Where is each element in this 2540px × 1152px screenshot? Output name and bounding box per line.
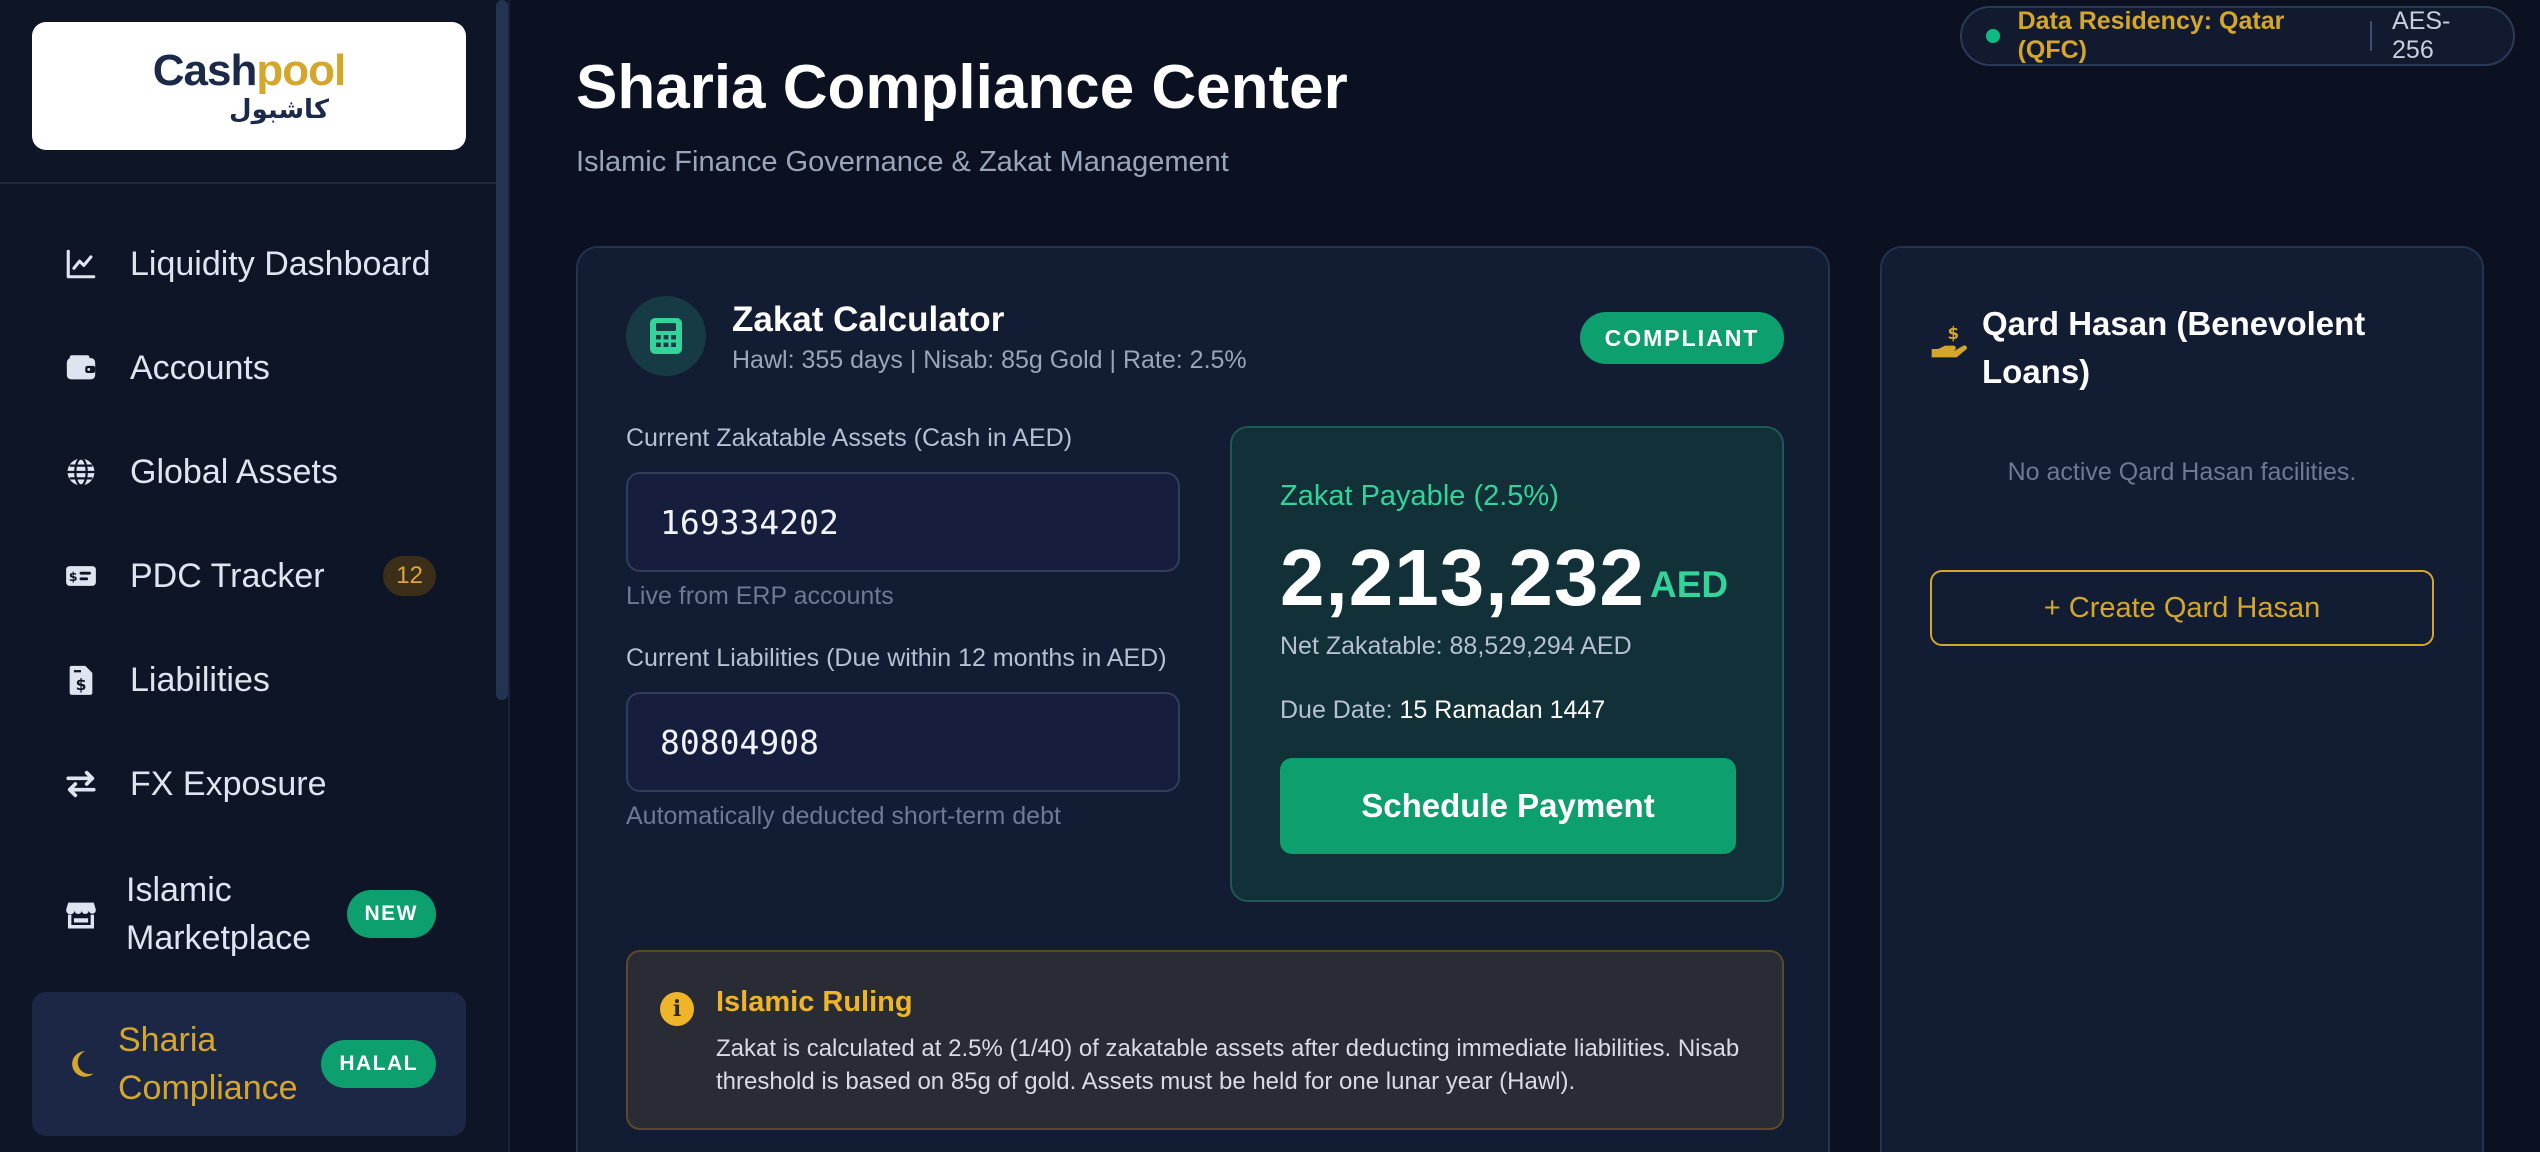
page-subtitle: Islamic Finance Governance & Zakat Manag… xyxy=(576,146,1229,178)
create-qard-hasan-button[interactable]: + Create Qard Hasan xyxy=(1930,570,2434,646)
badge-divider xyxy=(2370,21,2373,51)
ruling-title: Islamic Ruling xyxy=(716,986,913,1018)
liabilities-hint: Automatically deducted short-term debt xyxy=(626,802,1061,830)
sidebar-item-global-assets[interactable]: Global Assets xyxy=(32,424,466,520)
zakatable-assets-label: Current Zakatable Assets (Cash in AED) xyxy=(626,424,1073,452)
sidebar-item-label: Liquidity Dashboard xyxy=(130,245,431,283)
calculator-icon xyxy=(626,296,706,376)
status-dot-icon xyxy=(1986,29,2000,43)
due-date-row: Due Date: 15 Ramadan 1447 xyxy=(1280,696,1605,725)
zakatable-assets-input[interactable]: 169334202 xyxy=(626,472,1180,572)
due-date-value: 15 Ramadan 1447 xyxy=(1399,696,1606,724)
zakat-payable-label: Zakat Payable (2.5%) xyxy=(1280,480,1559,512)
sidebar-item-label: PDC Tracker xyxy=(130,557,325,595)
pdc-count-badge: 12 xyxy=(383,556,436,596)
sidebar-item-pdc-tracker[interactable]: $ PDC Tracker 12 xyxy=(32,528,466,624)
residency-text: Data Residency: Qatar (QFC) xyxy=(2017,7,2285,64)
zakat-card-subtitle: Hawl: 355 days | Nisab: 85g Gold | Rate:… xyxy=(732,346,1247,374)
crescent-moon-icon xyxy=(62,1045,100,1083)
store-icon xyxy=(62,895,100,933)
compliance-status-badge: COMPLIANT xyxy=(1580,312,1784,364)
halal-badge: HALAL xyxy=(321,1040,436,1088)
sidebar-item-label: Sharia Compliance xyxy=(118,1021,298,1107)
money-check-icon: $ xyxy=(62,557,100,595)
zakat-payable-amount: 2,213,232 xyxy=(1280,533,1645,622)
zakatable-assets-hint: Live from ERP accounts xyxy=(626,582,894,610)
ruling-text: Zakat is calculated at 2.5% (1/40) of za… xyxy=(716,1035,1740,1095)
sidebar-item-liabilities[interactable]: $ Liabilities xyxy=(32,632,466,728)
sidebar-item-fx-exposure[interactable]: FX Exposure xyxy=(32,736,466,832)
sidebar-scrollbar[interactable] xyxy=(496,0,508,700)
new-badge: NEW xyxy=(346,890,436,938)
sidebar-item-islamic-marketplace[interactable]: Islamic Marketplace NEW xyxy=(32,862,466,966)
zakat-payable-panel: Zakat Payable (2.5%) 2,213,232 AED Net Z… xyxy=(1230,426,1784,902)
islamic-ruling-notice: i Islamic Ruling Zakat is calculated at … xyxy=(626,950,1784,1130)
exchange-arrows-icon xyxy=(62,765,100,803)
logo-text-arabic: كاشبول xyxy=(229,95,329,125)
svg-text:$: $ xyxy=(69,570,78,585)
liabilities-input[interactable]: 80804908 xyxy=(626,692,1180,792)
sidebar-item-label: Global Assets xyxy=(130,453,338,491)
invoice-dollar-icon: $ xyxy=(62,661,100,699)
sidebar: Cashpool كاشبول Liquidity Dashboard Acco… xyxy=(0,0,510,1152)
due-date-label: Due Date: xyxy=(1280,696,1393,724)
info-icon: i xyxy=(660,992,694,1026)
svg-text:$: $ xyxy=(76,676,87,694)
logo-text-pool: pool xyxy=(256,46,346,95)
zakat-card-title: Zakat Calculator xyxy=(732,300,1005,339)
logo-text-cash: Cash xyxy=(152,46,258,95)
svg-text:$: $ xyxy=(1948,324,1960,343)
net-zakatable-text: Net Zakatable: 88,529,294 AED xyxy=(1280,632,1632,660)
brand-logo[interactable]: Cashpool كاشبول xyxy=(32,22,466,150)
qard-hasan-empty-state: No active Qard Hasan facilities. xyxy=(2007,458,2357,486)
sidebar-item-label: Accounts xyxy=(130,349,270,387)
app-root: Cashpool كاشبول Liquidity Dashboard Acco… xyxy=(0,0,2540,1152)
sidebar-item-label: Liabilities xyxy=(130,661,270,699)
zakat-payable-currency: AED xyxy=(1650,564,1729,605)
sidebar-item-label: Islamic Marketplace xyxy=(126,871,312,957)
zakat-calculator-card: Zakat Calculator Hawl: 355 days | Nisab:… xyxy=(576,246,1830,1152)
wallet-icon xyxy=(62,349,100,387)
qard-hasan-title: Qard Hasan (Benevolent Loans) xyxy=(1982,305,2366,390)
chart-line-icon xyxy=(62,245,100,283)
encryption-text: AES-256 xyxy=(2392,7,2451,64)
hand-holding-dollar-icon: $ xyxy=(1931,324,1967,358)
schedule-payment-button[interactable]: Schedule Payment xyxy=(1280,758,1736,854)
sidebar-item-accounts[interactable]: Accounts xyxy=(32,320,466,416)
sidebar-item-sharia-compliance[interactable]: Sharia Compliance HALAL xyxy=(32,992,466,1136)
sidebar-item-label: FX Exposure xyxy=(130,765,327,803)
data-residency-badge: Data Residency: Qatar (QFC) AES-256 xyxy=(1960,6,2515,66)
page-title: Sharia Compliance Center xyxy=(576,53,1348,122)
sidebar-divider xyxy=(0,182,496,184)
qard-hasan-card: $ Qard Hasan (Benevolent Loans) No activ… xyxy=(1880,246,2484,1152)
liabilities-label: Current Liabilities (Due within 12 month… xyxy=(626,644,1167,672)
globe-icon xyxy=(62,453,100,491)
sidebar-item-liquidity-dashboard[interactable]: Liquidity Dashboard xyxy=(32,216,466,312)
